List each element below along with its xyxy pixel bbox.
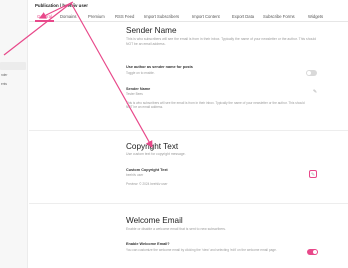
section-divider xyxy=(29,130,348,131)
custom-copyright-value: beehiiv user xyxy=(126,173,144,177)
welcome-email-title: Welcome Email xyxy=(126,216,183,225)
breadcrumb: Publication / beehiiv user xyxy=(35,3,88,8)
sender-name-help: This is who subscribers will see the ema… xyxy=(126,101,305,110)
sender-name-value: Tester Bees xyxy=(126,92,143,96)
tab-domains[interactable]: Domains xyxy=(60,14,77,19)
section-divider xyxy=(29,203,348,204)
settings-tabs: General Domains Premium RSS Feed Import … xyxy=(29,12,348,22)
tab-import-subscribers[interactable]: Import Subscribers xyxy=(144,14,179,19)
sender-name-label: Sender Name xyxy=(126,87,151,91)
copyright-preview: Preview: © 2024 beehiiv user xyxy=(126,182,168,186)
tab-premium[interactable]: Premium xyxy=(88,14,105,19)
main-content: Publication / beehiiv user General Domai… xyxy=(29,0,348,268)
tab-widgets[interactable]: Widgets xyxy=(308,14,323,19)
use-author-label: Use author as sender name for posts xyxy=(126,65,193,69)
sidebar-item-ents[interactable]: ents xyxy=(1,82,7,86)
welcome-email-toggle[interactable] xyxy=(307,249,318,255)
tab-subscribe-forms[interactable]: Subscribe Forms xyxy=(263,14,295,19)
use-author-sub: Toggle on to enable. xyxy=(126,71,155,75)
pencil-icon: ✎ xyxy=(310,172,316,178)
pencil-icon: ✎ xyxy=(312,89,318,95)
custom-copyright-label: Custom Copyright Text xyxy=(126,168,168,172)
use-author-toggle[interactable] xyxy=(306,70,317,76)
tab-export-data[interactable]: Export Data xyxy=(232,14,254,19)
sidebar-active-indicator xyxy=(0,62,26,70)
tab-import-content[interactable]: Import Content xyxy=(192,14,220,19)
sidebar: nder ents xyxy=(0,0,28,268)
sender-name-edit-button[interactable]: ✎ xyxy=(311,88,319,96)
enable-welcome-email-label: Enable Welcome Email? xyxy=(126,242,170,246)
enable-welcome-email-help: You can customize the welcome email by c… xyxy=(126,248,277,252)
sender-name-description: This is who subscribers will see the ema… xyxy=(126,37,317,46)
tab-rss-feed[interactable]: RSS Feed xyxy=(115,14,134,19)
copyright-description: Use custom text for copyright message. xyxy=(126,152,186,156)
tab-general[interactable]: General xyxy=(37,14,52,19)
sidebar-item-sender[interactable]: nder xyxy=(1,73,7,77)
tab-active-underline xyxy=(35,20,54,22)
welcome-email-description: Enable or disable a welcome email that i… xyxy=(126,227,226,231)
copyright-edit-button[interactable]: ✎ xyxy=(309,170,317,178)
copyright-title: Copyright Text xyxy=(126,142,179,151)
sender-name-title: Sender Name xyxy=(126,26,177,35)
